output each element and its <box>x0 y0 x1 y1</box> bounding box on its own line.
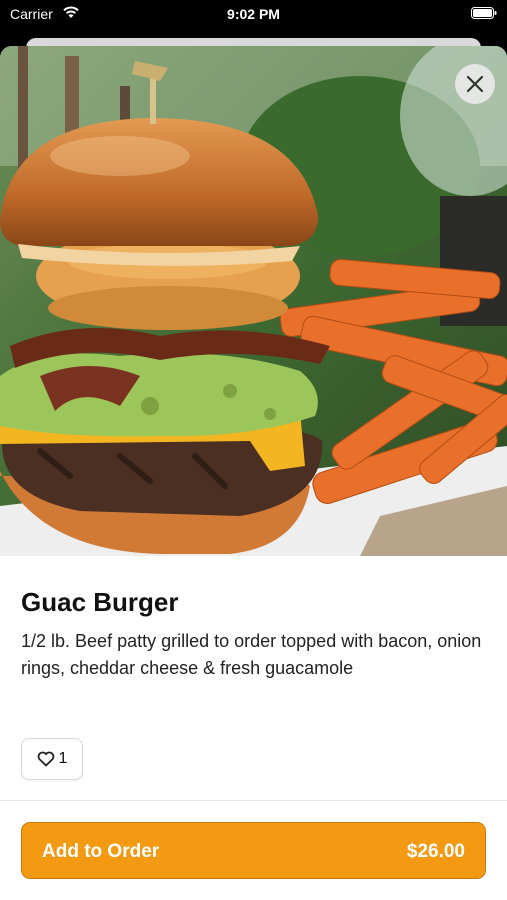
item-description: 1/2 lb. Beef patty grilled to order topp… <box>21 631 482 678</box>
battery-icon <box>471 7 497 19</box>
item-photo <box>0 46 507 556</box>
close-button[interactable] <box>455 64 495 104</box>
item-info: Guac Burger 1/2 lb. Beef patty grilled t… <box>21 586 486 682</box>
status-bar: Carrier 9:02 PM <box>0 0 507 28</box>
heart-icon <box>37 751 54 767</box>
item-detail-sheet: Guac Burger 1/2 lb. Beef patty grilled t… <box>0 46 507 900</box>
order-price: $26.00 <box>406 841 465 862</box>
add-to-order-label: Add to Order <box>42 841 160 862</box>
close-icon <box>466 75 484 93</box>
divider <box>0 800 507 801</box>
add-to-order-button[interactable]: Add to Order $26.00 <box>21 822 486 879</box>
clock: 9:02 PM <box>227 6 280 22</box>
like-button[interactable]: 1 <box>21 738 83 780</box>
like-count: 1 <box>58 750 68 767</box>
item-title: Guac Burger <box>21 587 179 617</box>
